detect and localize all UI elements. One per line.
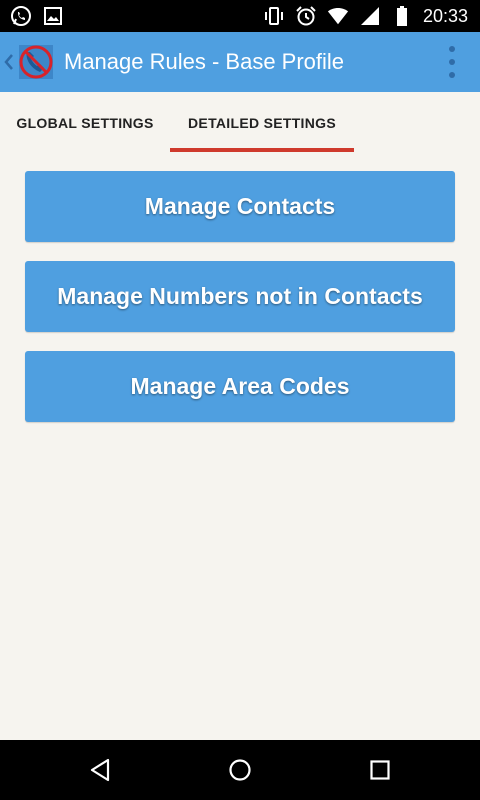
overflow-dot xyxy=(449,59,455,65)
back-triangle-icon[interactable] xyxy=(88,758,112,782)
overflow-dot xyxy=(449,46,455,52)
status-left xyxy=(0,5,64,27)
vibrate-icon xyxy=(263,5,285,27)
battery-icon xyxy=(391,5,413,27)
action-bar: Manage Rules - Base Profile xyxy=(0,32,480,92)
status-bar: 20:33 xyxy=(0,0,480,32)
status-time: 20:33 xyxy=(422,5,468,26)
tab-detailed-settings[interactable]: DETAILED SETTINGS xyxy=(170,92,354,154)
tab-bar: GLOBAL SETTINGS DETAILED SETTINGS xyxy=(0,92,480,154)
image-icon xyxy=(42,5,64,27)
navigation-bar xyxy=(0,740,480,800)
blocked-phone-icon[interactable] xyxy=(16,42,56,82)
manage-contacts-button[interactable]: Manage Contacts xyxy=(25,171,455,242)
overflow-menu-icon[interactable] xyxy=(446,46,458,78)
tab-global-settings[interactable]: GLOBAL SETTINGS xyxy=(0,92,170,154)
whatsapp-icon xyxy=(10,5,32,27)
button-list: Manage Contacts Manage Numbers not in Co… xyxy=(25,171,455,441)
overflow-dot xyxy=(449,72,455,78)
signal-icon xyxy=(359,5,381,27)
home-circle-icon[interactable] xyxy=(228,758,252,782)
recents-square-icon[interactable] xyxy=(368,758,392,782)
page-title: Manage Rules - Base Profile xyxy=(64,49,345,74)
manage-area-codes-button[interactable]: Manage Area Codes xyxy=(25,351,455,422)
alarm-icon xyxy=(295,5,317,27)
wifi-icon xyxy=(327,5,349,27)
status-right: 20:33 xyxy=(263,5,480,27)
manage-numbers-not-in-contacts-button[interactable]: Manage Numbers not in Contacts xyxy=(25,261,455,332)
chevron-left-icon[interactable] xyxy=(2,32,16,92)
